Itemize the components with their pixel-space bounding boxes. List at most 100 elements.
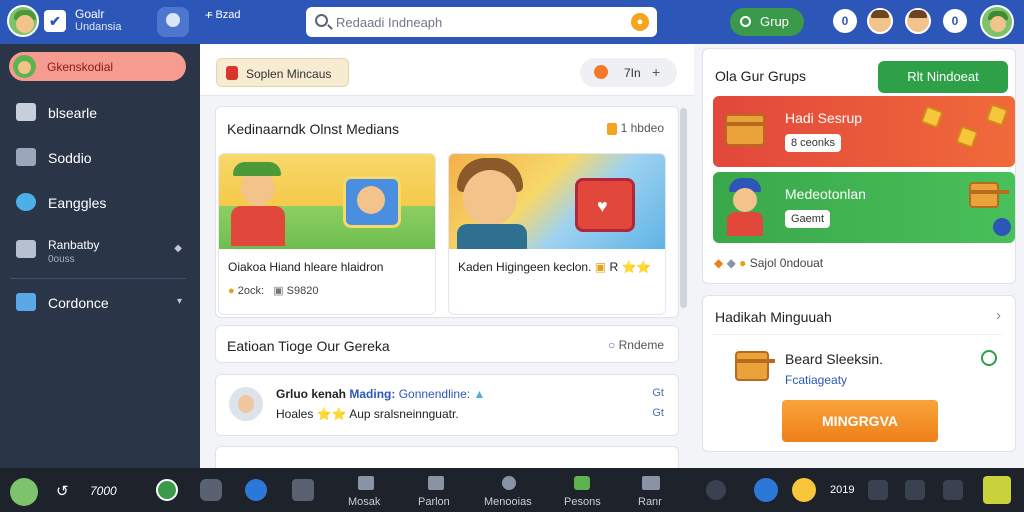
character-illustration [725, 178, 765, 236]
sidebar-item-3[interactable]: Eanggles [0, 183, 200, 223]
close-icon[interactable] [943, 480, 963, 500]
taskbar-tab-label: Mosak [348, 496, 381, 508]
groups-title: Ola Gur Grups [715, 68, 807, 84]
taskbar-tab-3[interactable]: Menooias [478, 468, 540, 512]
section-badge-label: Rndeme [618, 338, 664, 352]
window-icon[interactable] [868, 480, 888, 500]
taskbar-tab-2[interactable]: Parlon [408, 468, 464, 512]
settings-icon[interactable] [706, 480, 726, 500]
people-icon [574, 476, 590, 490]
taskbar-tab-5[interactable]: Ranr [626, 468, 676, 512]
grid-icon [642, 476, 660, 490]
post-card[interactable]: Oiakoa Hiand hleare hlaidron ● 2ock: ▣ S… [218, 153, 436, 315]
sidebar-item-4[interactable]: Ranbatby 0ouss ◆ [0, 230, 200, 270]
sidebar-item-2[interactable]: Soddio [0, 138, 200, 178]
promo-title: Hadi Sesrup [785, 110, 863, 126]
chevron-right-icon[interactable]: › [996, 307, 1001, 324]
filter-chip[interactable]: Soplen Mincaus [216, 58, 349, 87]
taskbar-tab-1[interactable]: Mosak [338, 468, 392, 512]
group-search-icon [740, 16, 751, 27]
plus-icon[interactable]: + [652, 64, 660, 80]
follow-button[interactable]: Gt [652, 387, 664, 399]
app-logo-icon[interactable]: ✔ [44, 10, 66, 32]
commenter-name[interactable]: Grluo kenah [276, 387, 346, 401]
profile-button[interactable] [157, 7, 189, 37]
notification-icon[interactable]: 0 [833, 9, 857, 33]
sidebar-active-label: Gkenskodial [47, 60, 114, 74]
sidebar-item-5[interactable]: Cordonce ▾ [0, 283, 200, 323]
folder-icon [16, 293, 36, 311]
promo-title: Medeotonlan [785, 186, 866, 202]
search-placeholder[interactable]: Redaadi Indneaph [336, 15, 442, 30]
phone-icon[interactable]: ↺ [56, 482, 69, 500]
post-meta: ● 2ock: ▣ S9820 [228, 284, 318, 297]
post-card[interactable]: ♥ Kaden Higingeen keclon. ▣ R ⭐⭐ [448, 153, 666, 315]
edit-icon [16, 148, 36, 166]
sidebar-divider [10, 278, 186, 279]
search-icon [315, 14, 328, 27]
sidebar-item-sub: 0ouss [48, 254, 75, 265]
games-icon [16, 193, 36, 211]
section-title: Kedinaarndk Olnst Medians [227, 121, 399, 137]
language-label[interactable]: ꜰ̶ Bzad [207, 9, 241, 22]
section-badge[interactable]: 1 hbdeo [606, 121, 664, 135]
info-icon[interactable] [993, 218, 1011, 236]
document-app-icon[interactable] [292, 479, 314, 501]
coin-icon [985, 103, 1009, 127]
sidebar-item-active[interactable]: Gkenskodial [9, 52, 186, 81]
post-title: Oiakoa Hiand hleare hlaidron [228, 260, 384, 274]
feed-scrollbar[interactable] [680, 108, 687, 308]
commenter-avatar[interactable] [229, 387, 263, 421]
home-icon [358, 476, 374, 490]
taskbar: ↺ 7000 Mosak Parlon Menooias Pesons Ranr… [0, 468, 1024, 512]
chevron-down-icon[interactable]: ▾ [177, 296, 182, 307]
profile-icon [428, 476, 444, 490]
browser-icon[interactable] [245, 479, 267, 501]
emoji-icon[interactable] [792, 478, 816, 502]
message-icon[interactable]: 0 [943, 9, 967, 33]
app-title-line1: Goalr [75, 7, 105, 21]
taskbar-tab-label: Ranr [638, 496, 662, 508]
count-pill[interactable]: 7In + [580, 58, 677, 87]
coin-icon [955, 125, 979, 149]
comment-card[interactable]: Grluo kenah Mading: Gonnendline: ▲ Hoale… [215, 374, 679, 436]
post-image [219, 154, 435, 249]
box-icon [16, 240, 36, 258]
shield-icon: ◆ [726, 256, 736, 270]
app-avatar[interactable] [7, 5, 39, 37]
badge-icon [606, 122, 617, 135]
menu-icon[interactable] [983, 476, 1011, 504]
group-button[interactable]: Grup [730, 8, 804, 36]
follow-button[interactable]: Gt [652, 407, 664, 419]
claim-reward-button[interactable]: MINGRGVA [782, 400, 938, 442]
taskbar-avatar[interactable] [10, 478, 38, 506]
coin-icon[interactable]: ● [631, 13, 649, 31]
menu-icon [16, 103, 36, 121]
character-illustration [463, 170, 517, 226]
messenger-icon[interactable] [754, 478, 778, 502]
sidebar-avatar [13, 55, 36, 78]
music-app-icon[interactable] [156, 479, 178, 501]
group-stats: ◆ ◆ ● Sajol 0ndouat [714, 256, 823, 270]
user-avatar[interactable] [980, 5, 1014, 39]
promo-banner-green[interactable]: Medeotonlan Gaemt [713, 172, 1015, 243]
promo-tag: Gaemt [785, 210, 831, 228]
refresh-icon: ○ [608, 338, 619, 352]
check-icon [981, 350, 997, 366]
mail-icon[interactable] [905, 480, 925, 500]
chevron-down-icon[interactable]: ◆ [174, 243, 182, 254]
friend-avatar-2[interactable] [905, 8, 931, 34]
taskbar-time: 7000 [90, 484, 117, 498]
promo-banner-red[interactable]: Hadi Sesrup 8 ceonks [713, 96, 1015, 167]
sidebar-item-1[interactable]: blsearle [0, 93, 200, 133]
search-bar[interactable]: Redaadi Indneaph ● [306, 7, 657, 37]
section-badge[interactable]: ○ Rndeme [608, 338, 664, 352]
trending-header: Eatioan Tioge Our Gereka ○ Rndeme [215, 325, 679, 363]
friend-avatar-1[interactable] [867, 8, 893, 34]
join-group-button[interactable]: Rlt Nindoeat [878, 61, 1008, 93]
sidebar-item-label: Soddio [48, 150, 92, 166]
warning-icon: ▲ [473, 387, 486, 401]
chat-app-icon[interactable] [200, 479, 222, 501]
taskbar-tab-4[interactable]: Pesons [554, 468, 610, 512]
post-meta-right: R ⭐⭐ [609, 260, 652, 274]
